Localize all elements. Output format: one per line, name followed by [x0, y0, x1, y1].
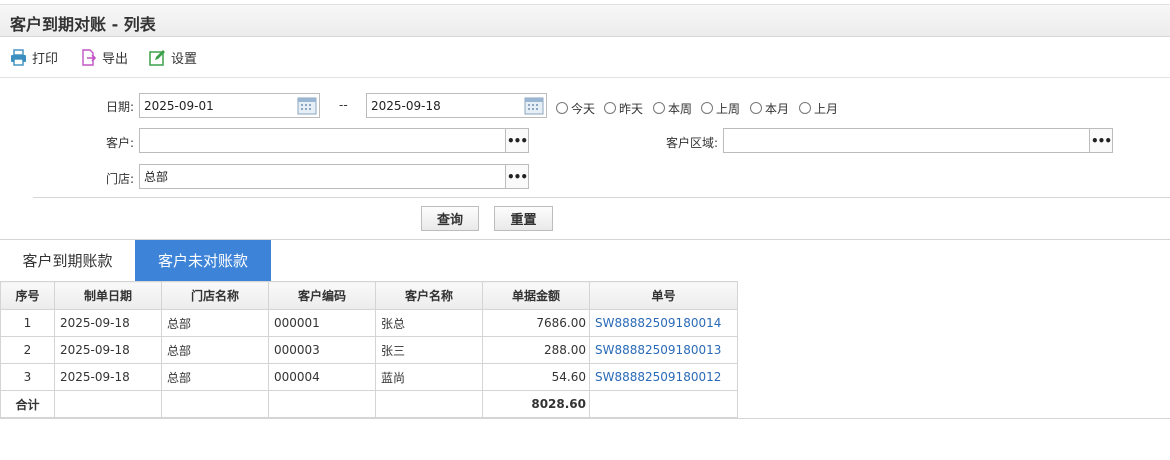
cell-customer-name: 张总	[375, 309, 483, 337]
page-title: 客户到期对账 - 列表	[10, 15, 156, 34]
date-from-input[interactable]	[140, 94, 319, 117]
empty-cell	[161, 390, 269, 418]
reset-button[interactable]: 重置	[494, 206, 553, 231]
calendar-icon[interactable]	[524, 96, 544, 115]
cell-index: 1	[0, 309, 55, 337]
radio-circle[interactable]	[604, 102, 616, 114]
range-label: 本月	[765, 101, 790, 116]
empty-cell	[589, 390, 738, 418]
export-button[interactable]: 导出	[80, 47, 128, 67]
cell-date: 2025-09-18	[54, 336, 162, 364]
column-header[interactable]: 客户编码	[268, 281, 376, 310]
column-header[interactable]: 客户名称	[375, 281, 483, 310]
cell-customer-code: 000001	[268, 309, 376, 337]
date-separator: --	[339, 98, 348, 112]
range-this-week-radio[interactable]: 本周	[653, 100, 692, 116]
tab-due-accounts[interactable]: 客户到期账款	[0, 240, 135, 281]
cell-amount: 54.60	[482, 363, 590, 391]
export-icon	[82, 48, 97, 66]
date-from-field[interactable]	[139, 93, 320, 118]
document-number-link[interactable]: SW88882509180013	[589, 336, 738, 364]
store-input[interactable]	[140, 165, 528, 188]
table-row[interactable]: 1 2025-09-18 总部 000001 张总 7686.00 SW8888…	[0, 309, 738, 337]
export-label: 导出	[102, 51, 129, 67]
cell-store: 总部	[161, 363, 269, 391]
radio-circle[interactable]	[653, 102, 665, 114]
range-last-week-radio[interactable]: 上周	[701, 100, 740, 116]
column-header[interactable]: 门店名称	[161, 281, 269, 310]
edit-icon	[149, 49, 165, 66]
grid-bottom-divider	[0, 418, 1170, 419]
empty-cell	[268, 390, 376, 418]
title-bar: 客户到期对账 - 列表	[0, 4, 1170, 37]
column-header[interactable]: 单号	[589, 281, 738, 310]
cell-customer-name: 蓝尚	[375, 363, 483, 391]
toolbar: 打印 导出 设置	[0, 38, 1170, 78]
cell-customer-name: 张三	[375, 336, 483, 364]
date-to-input[interactable]	[367, 94, 546, 117]
cell-store: 总部	[161, 336, 269, 364]
date-to-field[interactable]	[366, 93, 547, 118]
cell-index: 2	[0, 336, 55, 364]
customer-area-label: 客户区域:	[666, 136, 719, 150]
radio-circle[interactable]	[701, 102, 713, 114]
customer-area-field[interactable]: •••	[723, 128, 1113, 153]
range-label: 昨天	[619, 101, 644, 116]
document-number-link[interactable]: SW88882509180012	[589, 363, 738, 391]
range-this-month-radio[interactable]: 本月	[750, 100, 789, 116]
radio-circle[interactable]	[799, 102, 811, 114]
range-last-month-radio[interactable]: 上月	[799, 100, 838, 116]
cell-amount: 288.00	[482, 336, 590, 364]
column-header[interactable]: 单据金额	[482, 281, 590, 310]
range-label: 今天	[571, 101, 596, 116]
cell-date: 2025-09-18	[54, 363, 162, 391]
range-label: 上月	[814, 101, 839, 116]
calendar-icon[interactable]	[297, 96, 317, 115]
total-row: 合计 8028.60	[0, 390, 738, 418]
range-label: 上周	[716, 101, 741, 116]
customer-area-picker-button[interactable]: •••	[1089, 129, 1112, 152]
cell-customer-code: 000004	[268, 363, 376, 391]
cell-index: 3	[0, 363, 55, 391]
column-header[interactable]: 制单日期	[54, 281, 162, 310]
customer-label: 客户:	[106, 136, 135, 150]
table-header-row: 序号 制单日期 门店名称 客户编码 客户名称 单据金额 单号	[0, 281, 738, 310]
results-table: 序号 制单日期 门店名称 客户编码 客户名称 单据金额 单号 1 2025-09…	[0, 281, 738, 418]
cell-customer-code: 000003	[268, 336, 376, 364]
table-row[interactable]: 3 2025-09-18 总部 000004 蓝尚 54.60 SW888825…	[0, 363, 738, 391]
printer-icon	[11, 48, 26, 66]
settings-button[interactable]: 设置	[149, 47, 197, 67]
print-button[interactable]: 打印	[10, 47, 58, 67]
radio-circle[interactable]	[750, 102, 762, 114]
settings-label: 设置	[171, 51, 198, 67]
empty-cell	[375, 390, 483, 418]
empty-cell	[54, 390, 162, 418]
store-label: 门店:	[106, 172, 135, 186]
table-row[interactable]: 2 2025-09-18 总部 000003 张三 288.00 SW88882…	[0, 336, 738, 364]
store-picker-button[interactable]: •••	[505, 165, 528, 188]
cell-store: 总部	[161, 309, 269, 337]
range-yesterday-radio[interactable]: 昨天	[604, 100, 643, 116]
customer-picker-button[interactable]: •••	[505, 129, 528, 152]
customer-field[interactable]: •••	[139, 128, 529, 153]
tab-unreconciled-accounts[interactable]: 客户未对账款	[135, 240, 271, 281]
store-field[interactable]: •••	[139, 164, 529, 189]
cell-date: 2025-09-18	[54, 309, 162, 337]
range-label: 本周	[668, 101, 693, 116]
document-number-link[interactable]: SW88882509180014	[589, 309, 738, 337]
column-header[interactable]: 序号	[0, 281, 55, 310]
range-today-radio[interactable]: 今天	[556, 100, 595, 116]
customer-input[interactable]	[140, 129, 528, 152]
cell-amount: 7686.00	[482, 309, 590, 337]
customer-area-input[interactable]	[724, 129, 1112, 152]
query-button[interactable]: 查询	[421, 206, 479, 231]
print-label: 打印	[32, 51, 59, 67]
total-label: 合计	[0, 390, 55, 418]
date-label: 日期:	[106, 100, 135, 114]
filter-divider	[33, 197, 1170, 198]
radio-circle[interactable]	[556, 102, 568, 114]
total-amount: 8028.60	[482, 390, 590, 418]
